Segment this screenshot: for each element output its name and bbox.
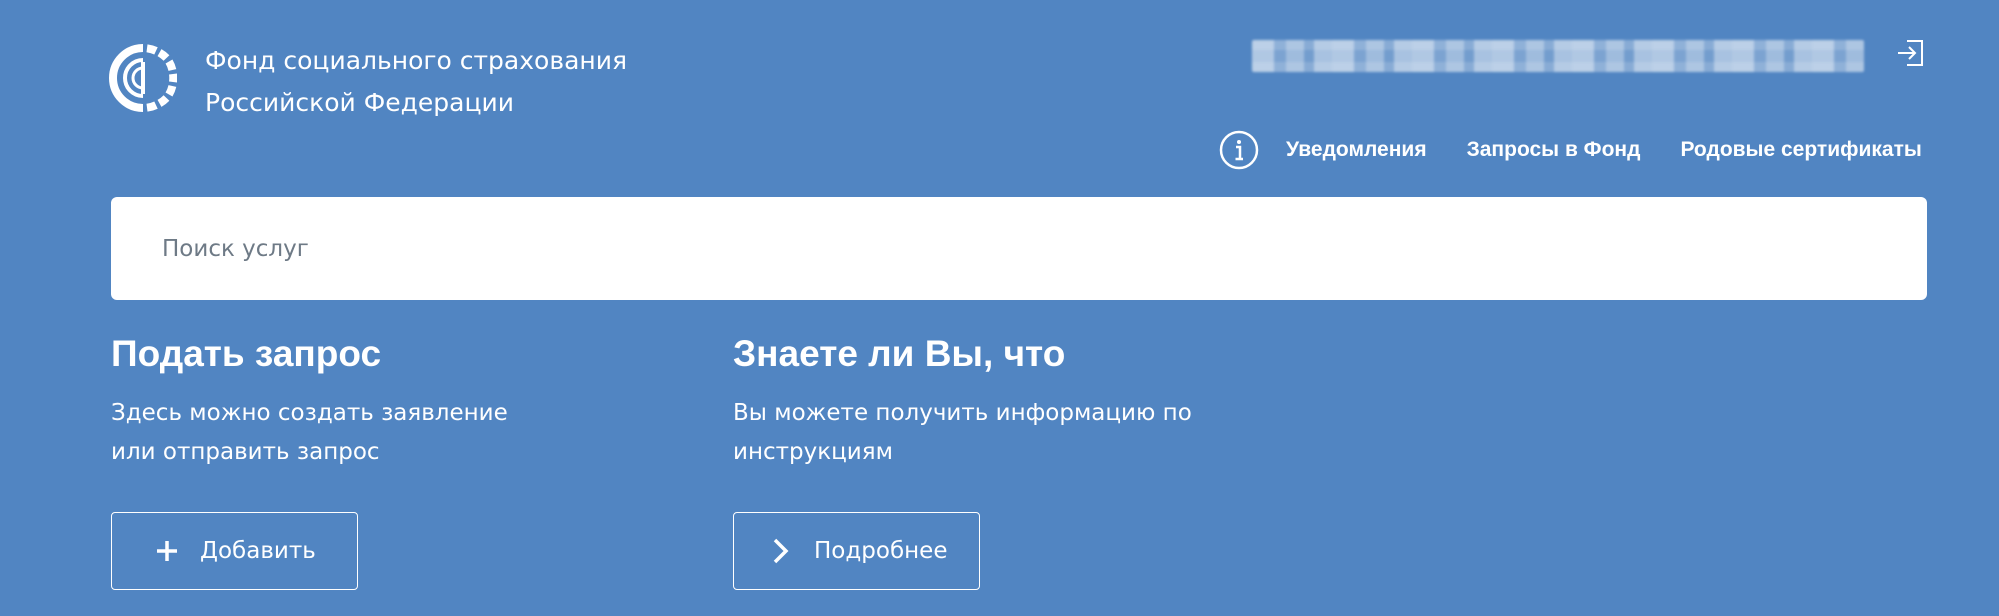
submit-request-text-line1: Здесь можно создать заявление (111, 400, 508, 426)
nav-link-notifications[interactable]: Уведомления (1286, 138, 1427, 162)
submit-request-card: Подать запрос Здесь можно создать заявле… (111, 330, 631, 590)
did-you-know-text-line1: Вы можете получить информацию по (733, 400, 1192, 426)
nav-link-birth-certificates[interactable]: Родовые сертификаты (1680, 138, 1921, 162)
org-name-line2: Российской Федерации (205, 88, 514, 117)
chevron-right-icon (773, 538, 789, 564)
search-input[interactable] (162, 235, 1927, 262)
user-name: ████████████████████████ (1252, 40, 1864, 72)
plus-icon (157, 541, 177, 561)
info-icon[interactable] (1219, 130, 1259, 170)
org-name: Фонд социального страхования Российской … (205, 40, 627, 124)
submit-request-text-line2: или отправить запрос (111, 439, 380, 465)
top-nav: Уведомления Запросы в Фонд Родовые серти… (1219, 128, 1922, 172)
submit-request-title: Подать запрос (111, 333, 382, 374)
more-button-label: Подробнее (814, 538, 948, 564)
submit-request-text: Здесь можно создать заявление или отправ… (111, 394, 631, 472)
nav-link-fund-requests[interactable]: Запросы в Фонд (1467, 138, 1641, 162)
add-button[interactable]: Добавить (111, 512, 358, 590)
search-box (111, 197, 1927, 300)
did-you-know-title: Знаете ли Вы, что (733, 333, 1066, 374)
did-you-know-card: Знаете ли Вы, что Вы можете получить инф… (733, 330, 1253, 590)
did-you-know-text-line2: инструкциям (733, 439, 893, 465)
did-you-know-text: Вы можете получить информацию по инструк… (733, 394, 1253, 472)
logout-icon[interactable] (1895, 37, 1927, 69)
add-button-label: Добавить (200, 538, 316, 564)
org-name-line1: Фонд социального страхования (205, 46, 628, 75)
more-button[interactable]: Подробнее (733, 512, 980, 590)
fss-logo-icon (109, 44, 177, 112)
